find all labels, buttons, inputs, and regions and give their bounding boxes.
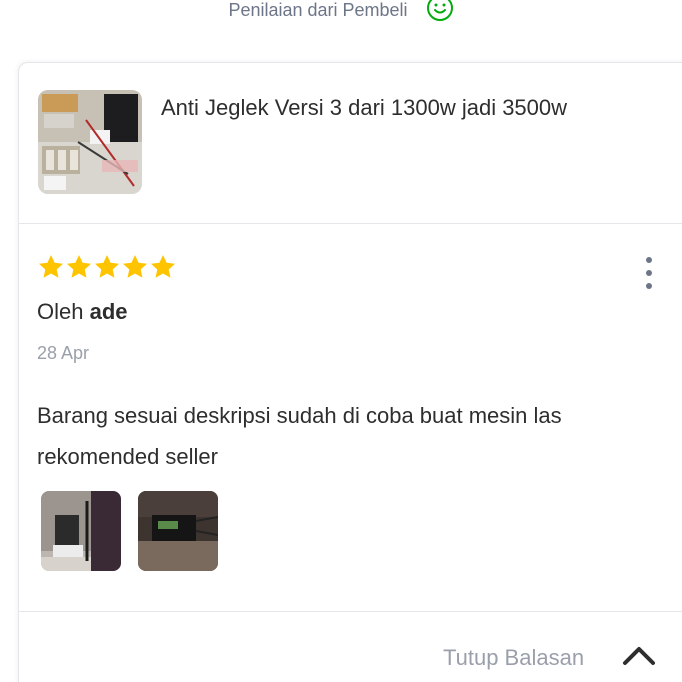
review-photo-image [41,491,121,571]
review-photo[interactable] [41,491,121,571]
review-author: Oleh ade [37,299,128,325]
author-name: ade [89,299,128,324]
product-thumbnail[interactable] [38,90,142,194]
page-header: Penilaian dari Pembeli [0,0,682,30]
divider [19,223,682,224]
review-date: 28 Apr [37,343,90,363]
star-icon [94,255,120,278]
page-title: Penilaian dari Pembeli [228,0,408,20]
star-icon [122,255,148,278]
star-icon [150,255,176,278]
chevron-up-icon[interactable] [621,643,657,667]
product-row[interactable]: Anti Jeglek Versi 3 dari 1300w jadi 3500… [19,63,682,223]
star-icon [66,255,92,278]
review-photo[interactable] [138,491,218,571]
star-icon [38,255,64,278]
more-options-icon[interactable] [639,257,659,289]
rating-stars [37,253,177,281]
author-prefix: Oleh [37,299,84,324]
product-image [38,90,142,194]
review-photo-image [138,491,218,571]
smiley-icon [426,0,453,21]
review-card: Anti Jeglek Versi 3 dari 1300w jadi 3500… [18,62,682,682]
review-text: Barang sesuai deskripsi sudah di coba bu… [37,403,562,469]
divider [19,611,682,612]
product-name[interactable]: Anti Jeglek Versi 3 dari 1300w jadi 3500… [161,93,567,123]
close-replies-button[interactable]: Tutup Balasan [443,645,584,671]
